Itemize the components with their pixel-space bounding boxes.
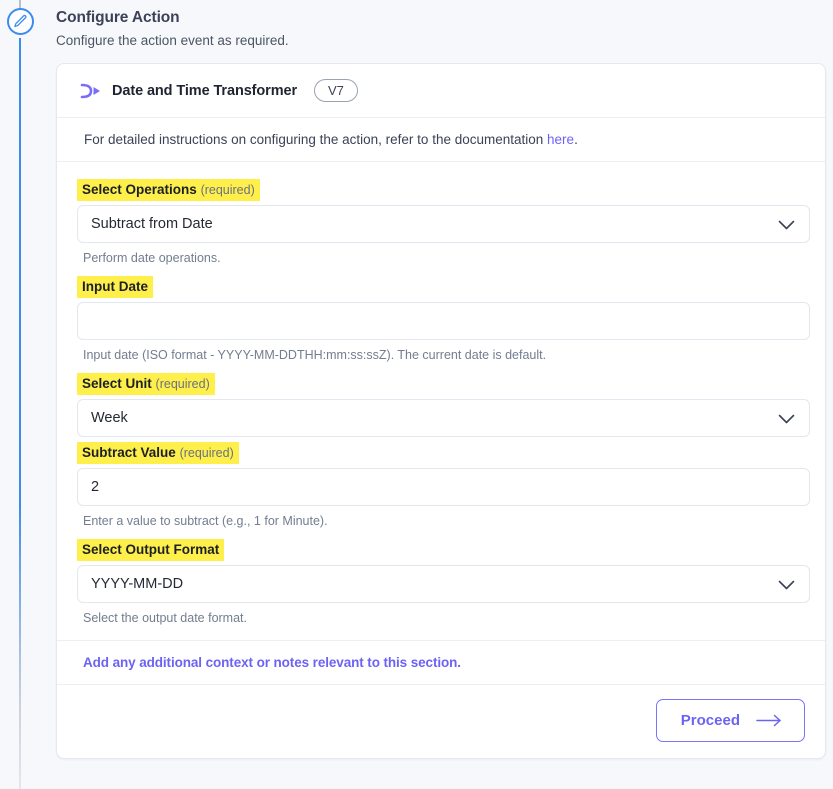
select-unit-value: Week bbox=[91, 410, 128, 426]
field-label-text: Input Date bbox=[82, 279, 148, 294]
chevron-down-icon bbox=[778, 579, 795, 590]
rail-step-node[interactable] bbox=[7, 8, 34, 35]
output-format-dropdown[interactable]: YYYY-MM-DD bbox=[77, 565, 810, 603]
card-body: Select Operations (required) Subtract fr… bbox=[57, 162, 825, 640]
field-help-text: Select the output date format. bbox=[83, 611, 247, 625]
field-required-text: (required) bbox=[155, 377, 210, 391]
card-title: Date and Time Transformer bbox=[112, 82, 297, 99]
field-select-output-format: Select Output Format YYYY-MM-DD Select t… bbox=[77, 539, 810, 626]
pencil-icon bbox=[13, 14, 28, 29]
field-label-text: Select Unit bbox=[82, 376, 152, 391]
field-help-text: Perform date operations. bbox=[83, 251, 221, 265]
field-label-row: Select Operations (required) bbox=[77, 179, 803, 201]
action-config-card: Date and Time Transformer V7 For detaile… bbox=[56, 63, 826, 759]
card-header: Date and Time Transformer V7 bbox=[57, 64, 825, 118]
chevron-down-icon bbox=[778, 413, 795, 424]
card-footer: Proceed bbox=[57, 684, 825, 758]
proceed-button[interactable]: Proceed bbox=[655, 699, 805, 742]
field-subtract-value: Subtract Value (required) 2 Enter a valu… bbox=[77, 442, 810, 529]
page-title: Configure Action bbox=[56, 9, 180, 26]
field-label: Subtract Value (required) bbox=[77, 442, 239, 464]
field-label-row: Subtract Value (required) bbox=[77, 442, 803, 464]
field-label: Select Unit (required) bbox=[77, 373, 215, 395]
output-format-value: YYYY-MM-DD bbox=[91, 576, 184, 592]
field-help-text: Input date (ISO format - YYYY-MM-DDTHH:m… bbox=[83, 348, 547, 362]
subtract-value-text: 2 bbox=[91, 479, 100, 495]
timeline-rail bbox=[0, 0, 40, 789]
field-required-text: (required) bbox=[179, 446, 234, 460]
field-label: Select Operations (required) bbox=[77, 179, 260, 201]
documentation-link[interactable]: here bbox=[547, 132, 574, 147]
field-label-row: Select Unit (required) bbox=[77, 373, 803, 395]
configure-action-page: Configure Action Configure the action ev… bbox=[0, 0, 833, 789]
page-header: Configure Action Configure the action ev… bbox=[56, 8, 656, 50]
documentation-note-text: For detailed instructions on configuring… bbox=[84, 132, 548, 147]
field-help-text: Enter a value to subtract (e.g., 1 for M… bbox=[83, 514, 328, 528]
field-select-operations: Select Operations (required) Subtract fr… bbox=[77, 179, 810, 266]
documentation-note: For detailed instructions on configuring… bbox=[57, 118, 825, 162]
page-subtitle: Configure the action event as required. bbox=[56, 33, 289, 48]
select-operations-dropdown[interactable]: Subtract from Date bbox=[77, 205, 810, 243]
arrow-right-icon bbox=[756, 714, 782, 727]
field-label-text: Select Output Format bbox=[82, 542, 220, 557]
field-select-unit: Select Unit (required) Week bbox=[77, 373, 810, 437]
version-badge: V7 bbox=[314, 79, 358, 102]
rail-line-segment bbox=[19, 38, 21, 789]
field-input-date: Input Date Input date (ISO format - YYYY… bbox=[77, 276, 810, 363]
field-label-row: Input Date bbox=[77, 276, 803, 298]
documentation-note-period: . bbox=[574, 132, 578, 147]
input-date-field[interactable] bbox=[77, 302, 810, 340]
field-label-row: Select Output Format bbox=[77, 539, 803, 561]
field-label: Select Output Format bbox=[77, 539, 225, 561]
select-unit-dropdown[interactable]: Week bbox=[77, 399, 810, 437]
select-operations-value: Subtract from Date bbox=[91, 216, 213, 232]
field-label-text: Subtract Value bbox=[82, 445, 176, 460]
field-label: Input Date bbox=[77, 276, 153, 298]
transformer-icon bbox=[79, 83, 101, 99]
field-required-text: (required) bbox=[200, 183, 255, 197]
chevron-down-icon bbox=[778, 219, 795, 230]
additional-context-link[interactable]: Add any additional context or notes rele… bbox=[57, 640, 825, 684]
field-label-text: Select Operations bbox=[82, 182, 197, 197]
proceed-button-label: Proceed bbox=[680, 712, 740, 729]
subtract-value-field[interactable]: 2 bbox=[77, 468, 810, 506]
